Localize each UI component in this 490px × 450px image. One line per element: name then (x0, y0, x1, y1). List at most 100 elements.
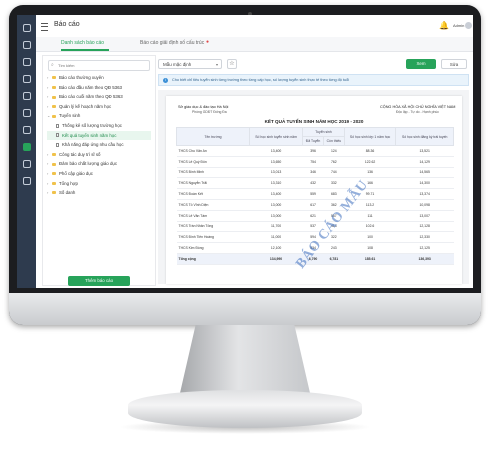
column-header: Số học sinh lớp 1 năm học (343, 127, 397, 146)
tree-item-label: Đảm bảo chất lượng giáo dục (59, 161, 118, 167)
value-cell: 13,374 (395, 188, 454, 200)
folder-icon (52, 105, 56, 109)
school-name-cell: THCS Lê Văn Tám (176, 210, 250, 222)
tab-report-list[interactable]: Danh sách báo cáo (61, 40, 104, 46)
school-name-cell: THCS Lê Quý Đôn (176, 156, 250, 168)
school-name-cell: THCS Trần Nhân Tông (176, 221, 250, 233)
tree-item-label: Thống kê số lượng trường học (62, 122, 122, 128)
help-icon[interactable] (22, 177, 31, 185)
folder-icon (52, 181, 56, 185)
document-icon (56, 143, 59, 147)
star-icon[interactable]: ☆ (227, 59, 237, 69)
tree-item[interactable]: › Công tác duy trì sĩ số (47, 150, 151, 160)
value-cell: 432 (302, 177, 324, 190)
tree-item-label: Báo cáo thường xuyên (59, 75, 104, 80)
tree-item[interactable]: Thống kê số lượng trường học (47, 121, 151, 131)
template-select[interactable]: Mẫu mặc định ▾ (158, 59, 222, 69)
edit-button[interactable]: Sửa (441, 59, 467, 69)
report-icon[interactable] (22, 143, 31, 151)
tree-item[interactable]: › Báo cáo cuối năm theo QĐ 5363 (47, 92, 151, 102)
tree-item-label: Phổ cập giáo dục (59, 170, 93, 176)
chevron-down-icon: ▾ (215, 62, 218, 67)
value-cell: 11,700 (249, 221, 303, 233)
table-row: THCS Đoàn Kết 13,400 559 683 99.71 13,374 (176, 188, 454, 200)
info-text: Cho biết chỉ tiêu tuyển sinh từng trường… (172, 78, 350, 82)
value-cell: 14,565 (395, 167, 454, 179)
value-cell: 100 (344, 231, 396, 244)
value-cell: 762 (323, 156, 345, 168)
value-cell: 13,007 (395, 210, 454, 222)
tree-item[interactable]: › Đảm bảo chất lượng giáo dục (47, 159, 151, 169)
report-tree: › Báo cáo thường xuyên › Báo cáo đầu năm t… (47, 73, 151, 198)
value-cell: 136 (344, 167, 396, 179)
tree-item-label: Công tác duy trì sĩ số (59, 151, 101, 157)
top-bar: Báo cáo 🔔 Admin (36, 15, 473, 38)
value-cell: 13,000 (249, 210, 303, 222)
folder-icon (52, 85, 56, 89)
search-input[interactable] (58, 61, 146, 70)
value-cell: 102.6 (344, 221, 396, 233)
tree-item-label: Quản lý kế hoạch năm học (59, 103, 112, 109)
users-icon[interactable] (22, 41, 31, 49)
value-cell: 13,400 (249, 145, 303, 157)
search-icon: ⌕ (51, 62, 54, 68)
grid-icon[interactable] (22, 75, 31, 83)
column-header: Số học sinh đăng ký trái tuyến (395, 127, 454, 146)
value-cell: 13,650 (249, 156, 303, 168)
total-value-cell: 136,393 (395, 253, 454, 265)
value-cell: 683 (323, 188, 345, 200)
tab-bar: Danh sách báo cáo Báo cáo giải định số c… (36, 37, 473, 52)
view-button[interactable]: Xem (406, 59, 436, 69)
school-name-cell: THCS Đinh Tiên Hoàng (176, 231, 250, 244)
column-header: Tên trường (176, 127, 250, 146)
table-row: THCS Chu Văn An 13,400 396 124 88.36 13,521 (176, 145, 454, 157)
chart-icon[interactable] (22, 24, 31, 32)
tree-item-label: Báo cáo cuối năm theo QĐ 5363 (59, 94, 123, 100)
calendar-icon[interactable] (22, 92, 31, 100)
value-cell: 12,128 (395, 221, 454, 233)
tree-item[interactable]: › Quản lý kế hoạch năm học (47, 102, 151, 112)
table-row: THCS Lê Quý Đôn 13,650 754 762 122.62 14,129 (176, 156, 454, 168)
table-row: THCS Nguyễn Trãi 13,310 432 332 166 14,300 (176, 177, 454, 190)
bell-icon[interactable]: 🔔 (439, 21, 449, 30)
tree-item-label: Kết quả tuyển sinh năm học (62, 132, 117, 138)
tree-item[interactable]: Khả năng đáp ứng nhu cầu học (47, 140, 151, 150)
tree-item[interactable]: › Báo cáo đầu năm theo QĐ 5363 (47, 83, 151, 93)
tree-item-selected[interactable]: Kết quả tuyển sinh năm học (47, 130, 151, 141)
tree-item-label: Tổng hợp (59, 180, 78, 186)
value-cell: 346 (302, 167, 324, 179)
file-icon[interactable] (22, 109, 31, 117)
value-cell: 754 (302, 156, 324, 168)
national-motto: Độc lập - Tự do - Hạnh phúc (396, 110, 439, 114)
tree-item[interactable]: › Số danh (47, 188, 151, 198)
value-cell: 621 (302, 210, 324, 222)
tab-report-structure[interactable]: Báo cáo giải định số cấu trúc (140, 40, 204, 46)
tree-item[interactable]: ⌄ Tuyển sinh (47, 111, 151, 121)
settings-icon[interactable] (22, 126, 31, 134)
book-icon[interactable] (22, 58, 31, 66)
template-select-value: Mẫu mặc định (163, 62, 192, 67)
value-cell: 559 (302, 188, 324, 200)
add-report-button[interactable]: Thêm báo cáo (68, 276, 130, 286)
folder-icon (52, 95, 56, 99)
value-cell: 12,125 (395, 242, 454, 254)
value-cell: 108 (344, 242, 396, 254)
database-icon[interactable] (22, 160, 31, 168)
folder-icon (52, 76, 56, 80)
school-name-cell: THCS Nguyễn Trãi (176, 177, 250, 190)
document-area[interactable]: Sở giáo dục & đào tạo Hà Nội Phòng GDĐT … (158, 90, 469, 284)
tree-item[interactable]: › Phổ cập giáo dục (47, 169, 151, 179)
monitor-chin (9, 293, 481, 325)
value-cell: 14,129 (395, 156, 454, 168)
tree-item[interactable]: › Tổng hợp (47, 179, 151, 189)
value-cell: 12,100 (249, 242, 303, 254)
user-name[interactable]: Admin (453, 23, 464, 28)
tree-item[interactable]: › Báo cáo thường xuyên (47, 73, 151, 83)
national-title: CỘNG HÒA XÃ HỘI CHỦ NGHĨA VIỆT NAM (380, 105, 456, 109)
value-cell: 124 (323, 145, 345, 157)
menu-icon[interactable] (41, 23, 48, 31)
close-tab-icon[interactable]: ● (206, 39, 209, 45)
school-name-cell: THCS Đoàn Kết (176, 188, 250, 200)
avatar[interactable] (465, 22, 472, 29)
value-cell: 10,098 (395, 199, 454, 211)
